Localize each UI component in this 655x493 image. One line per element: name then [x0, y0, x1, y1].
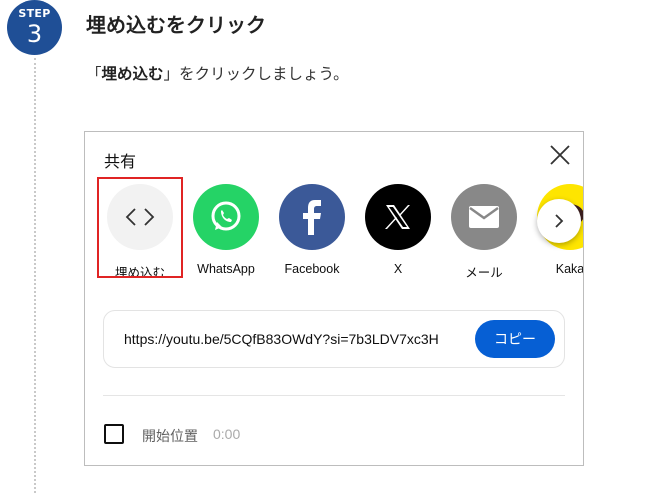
desc-open-bracket: 「 [86, 65, 102, 83]
mail-icon [469, 206, 499, 228]
desc-bold-text: 埋め込む [101, 65, 164, 83]
share-url-text[interactable]: https://youtu.be/5CQfB83OWdY?si=7b3LDV7x… [124, 331, 466, 347]
step-number: 3 [26, 20, 43, 48]
share-kakaotalk-label: Kaka [555, 262, 584, 276]
share-next-button[interactable] [537, 199, 581, 243]
share-facebook-button[interactable]: Facebook [272, 184, 352, 284]
x-circle [365, 184, 431, 250]
share-x-label: X [393, 262, 403, 276]
share-whatsapp-label: WhatsApp [197, 262, 255, 276]
share-dialog: 共有 埋め込む WhatsApp Facebook X メール Kaka htt… [84, 131, 584, 466]
step-badge: STEP 3 [7, 0, 62, 55]
start-at-label: 開始位置 [142, 428, 198, 444]
facebook-icon [303, 200, 321, 235]
x-logo-icon [385, 205, 410, 229]
start-at-time[interactable]: 0:00 [213, 426, 240, 442]
email-circle [451, 184, 517, 250]
share-facebook-label: Facebook [284, 262, 340, 276]
divider [103, 395, 565, 396]
step-description: 「埋め込む」をクリックしましょう。 [86, 62, 349, 84]
chevron-right-icon [555, 214, 564, 228]
share-x-button[interactable]: X [358, 184, 438, 284]
share-email-button[interactable]: メール [444, 184, 524, 284]
start-at-checkbox[interactable] [104, 424, 124, 444]
facebook-circle [279, 184, 345, 250]
step-connector-line [34, 58, 36, 493]
whatsapp-circle [193, 184, 259, 250]
desc-rest-text: 」をクリックしましょう。 [163, 65, 349, 83]
share-targets-row: 埋め込む WhatsApp Facebook X メール Kaka [85, 132, 583, 292]
share-whatsapp-button[interactable]: WhatsApp [186, 184, 266, 284]
share-url-box: https://youtu.be/5CQfB83OWdY?si=7b3LDV7x… [103, 310, 565, 368]
copy-button[interactable]: コピー [475, 320, 555, 358]
share-email-label: メール [465, 266, 503, 280]
step-title: 埋め込むをクリック [86, 13, 266, 37]
whatsapp-icon [211, 201, 241, 231]
embed-highlight-frame [97, 177, 183, 278]
